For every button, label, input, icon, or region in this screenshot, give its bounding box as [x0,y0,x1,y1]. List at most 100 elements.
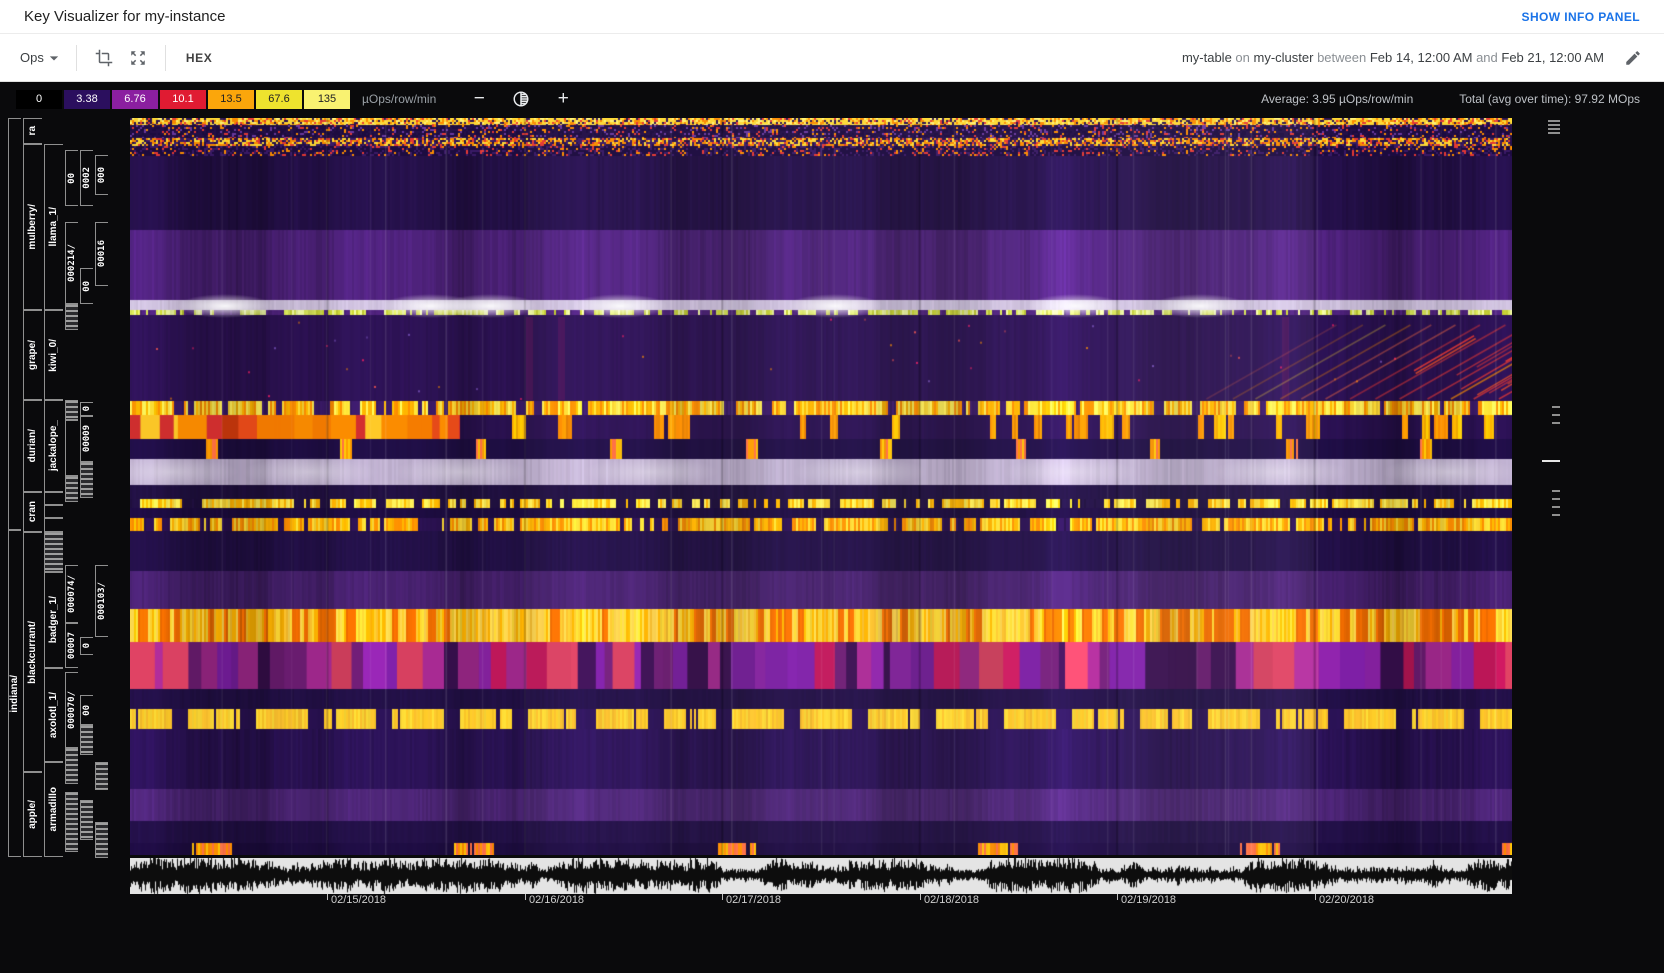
key-range-label[interactable] [80,725,93,755]
key-range-label[interactable]: 00 [65,150,78,206]
key-range-label[interactable]: 000103/ [95,565,108,637]
key-range-label[interactable]: kiwi_0/ [44,310,63,400]
key-range-label[interactable]: 00009 [80,416,93,462]
legend-unit: µOps/row/min [362,92,437,106]
legend-bar: 0 3.38 6.76 10.1 13.5 67.6 135 µOps/row/min − … [0,82,1664,116]
legend-stop: 10.1 [160,89,206,109]
key-range-label[interactable]: 00007 [65,623,78,668]
key-range-label[interactable]: 0002 [80,150,93,206]
timeline-scrubber[interactable] [130,858,1512,894]
hex-toggle-button[interactable]: HEX [176,43,222,73]
key-range-label[interactable]: 000070/ [65,672,78,748]
minimap-mark [1548,128,1560,130]
key-range-label[interactable]: 00016 [95,222,108,286]
key-range-label[interactable] [95,762,108,790]
key-range-label[interactable] [80,800,93,840]
contrast-controls: − + [466,82,576,116]
key-range-label[interactable]: 00 [80,268,93,304]
total-metric: Total (avg over time): 97.92 MOps [1459,92,1640,106]
minimap-mark [1552,506,1560,508]
toolbar-left: Ops HEX [14,34,222,81]
toolbar-right: my-table on my-cluster between Feb 14, 1… [1182,41,1650,75]
metric-dropdown-label: Ops [20,50,44,65]
toolbar: Ops HEX my-table on my-cluster between F… [0,34,1664,82]
key-range-label[interactable] [65,420,78,476]
time-tick [920,894,921,900]
minimap-mark [1552,498,1560,500]
tonality-button[interactable] [504,82,538,116]
average-metric: Average: 3.95 µOps/row/min [1261,92,1414,106]
crop-select-button[interactable] [87,41,121,75]
key-range-label[interactable] [8,118,21,530]
scope-on: on [1231,50,1254,65]
key-axis: indiana/ra mulberry/grape/durian/cran blac… [0,82,130,973]
key-range-label[interactable]: durian/ [23,400,42,492]
key-range-label[interactable]: axolotl_1/ [44,668,63,762]
scope-start-time: Feb 14, 12:00 AM [1369,50,1473,65]
show-info-panel-link[interactable]: SHOW INFO PANEL [1522,10,1640,24]
key-range-label[interactable]: apple/ [23,772,42,857]
key-range-label[interactable] [44,518,63,532]
page-title: Key Visualizer for my-instance [24,8,226,25]
key-range-label[interactable]: 000214/ [65,222,78,304]
minimap-mark [1552,414,1560,416]
scope-text: my-table on my-cluster between Feb 14, 1… [1182,50,1604,65]
key-range-label[interactable] [44,505,63,518]
time-label: 02/16/2018 [529,894,585,906]
tonality-icon [513,91,529,107]
key-range-label[interactable] [80,462,93,498]
key-range-label[interactable]: armadillo [44,762,63,857]
key-range-label[interactable]: 000 [95,155,108,195]
key-range-label[interactable]: mulberry/ [23,144,42,310]
key-range-label[interactable]: jackalope_ [44,400,63,492]
key-range-label[interactable] [65,476,78,502]
key-range-label[interactable]: 00 [80,695,93,725]
key-range-label[interactable] [65,400,78,420]
chevron-down-icon [49,55,59,60]
key-range-label[interactable]: blackcurrant/ [23,532,42,772]
key-range-label[interactable]: cran [23,492,42,532]
edit-timerange-button[interactable] [1616,41,1650,75]
key-range-label[interactable]: ra [23,118,42,144]
key-range-label[interactable]: 0 [80,637,93,655]
key-range-label[interactable]: 0 [80,402,93,416]
key-range-label[interactable]: grape/ [23,310,42,400]
metric-dropdown[interactable]: Ops [14,42,66,74]
zoom-reset-button[interactable] [121,41,155,75]
time-label: 02/18/2018 [924,894,980,906]
key-range-label[interactable] [44,532,63,572]
minimap-mark [1552,406,1560,408]
key-range-label[interactable]: indiana/ [8,530,21,857]
time-tick [1315,894,1316,900]
scope-end-time: Feb 21, 12:00 AM [1501,50,1604,65]
key-range-label[interactable]: badger_1/ [44,572,63,668]
legend-stop: 13.5 [208,89,254,109]
heatmap-canvas[interactable] [130,118,1512,855]
minimap-mark [1542,460,1560,462]
key-range-label[interactable] [44,492,63,505]
minimap-mark [1548,124,1560,126]
header: Key Visualizer for my-instance SHOW INFO… [0,0,1664,34]
legend-stop: 67.6 [256,89,302,109]
contrast-decrease-button[interactable]: − [466,86,492,112]
key-range-label[interactable]: 000074/ [65,565,78,623]
edit-icon [1626,50,1640,65]
key-range-label[interactable] [95,822,108,858]
time-label: 02/20/2018 [1319,894,1375,906]
contrast-increase-button[interactable]: + [550,86,576,112]
key-visualizer-app: Key Visualizer for my-instance SHOW INFO… [0,0,1664,973]
crop-icon [95,49,113,66]
fullscreen-icon [131,50,145,65]
key-range-label[interactable] [65,792,78,852]
toolbar-divider [75,44,77,71]
key-range-label[interactable] [65,304,78,330]
scope-cluster: my-cluster [1253,50,1314,65]
scope-between: between [1313,50,1370,65]
time-label: 02/19/2018 [1121,894,1177,906]
minimap-mark [1552,514,1560,516]
key-range-label[interactable] [65,748,78,784]
minimap-mark [1552,422,1560,424]
key-range-label[interactable]: llama_1/ [44,144,63,310]
time-tick [1117,894,1118,900]
minimap-scrollbar[interactable] [1540,118,1562,855]
